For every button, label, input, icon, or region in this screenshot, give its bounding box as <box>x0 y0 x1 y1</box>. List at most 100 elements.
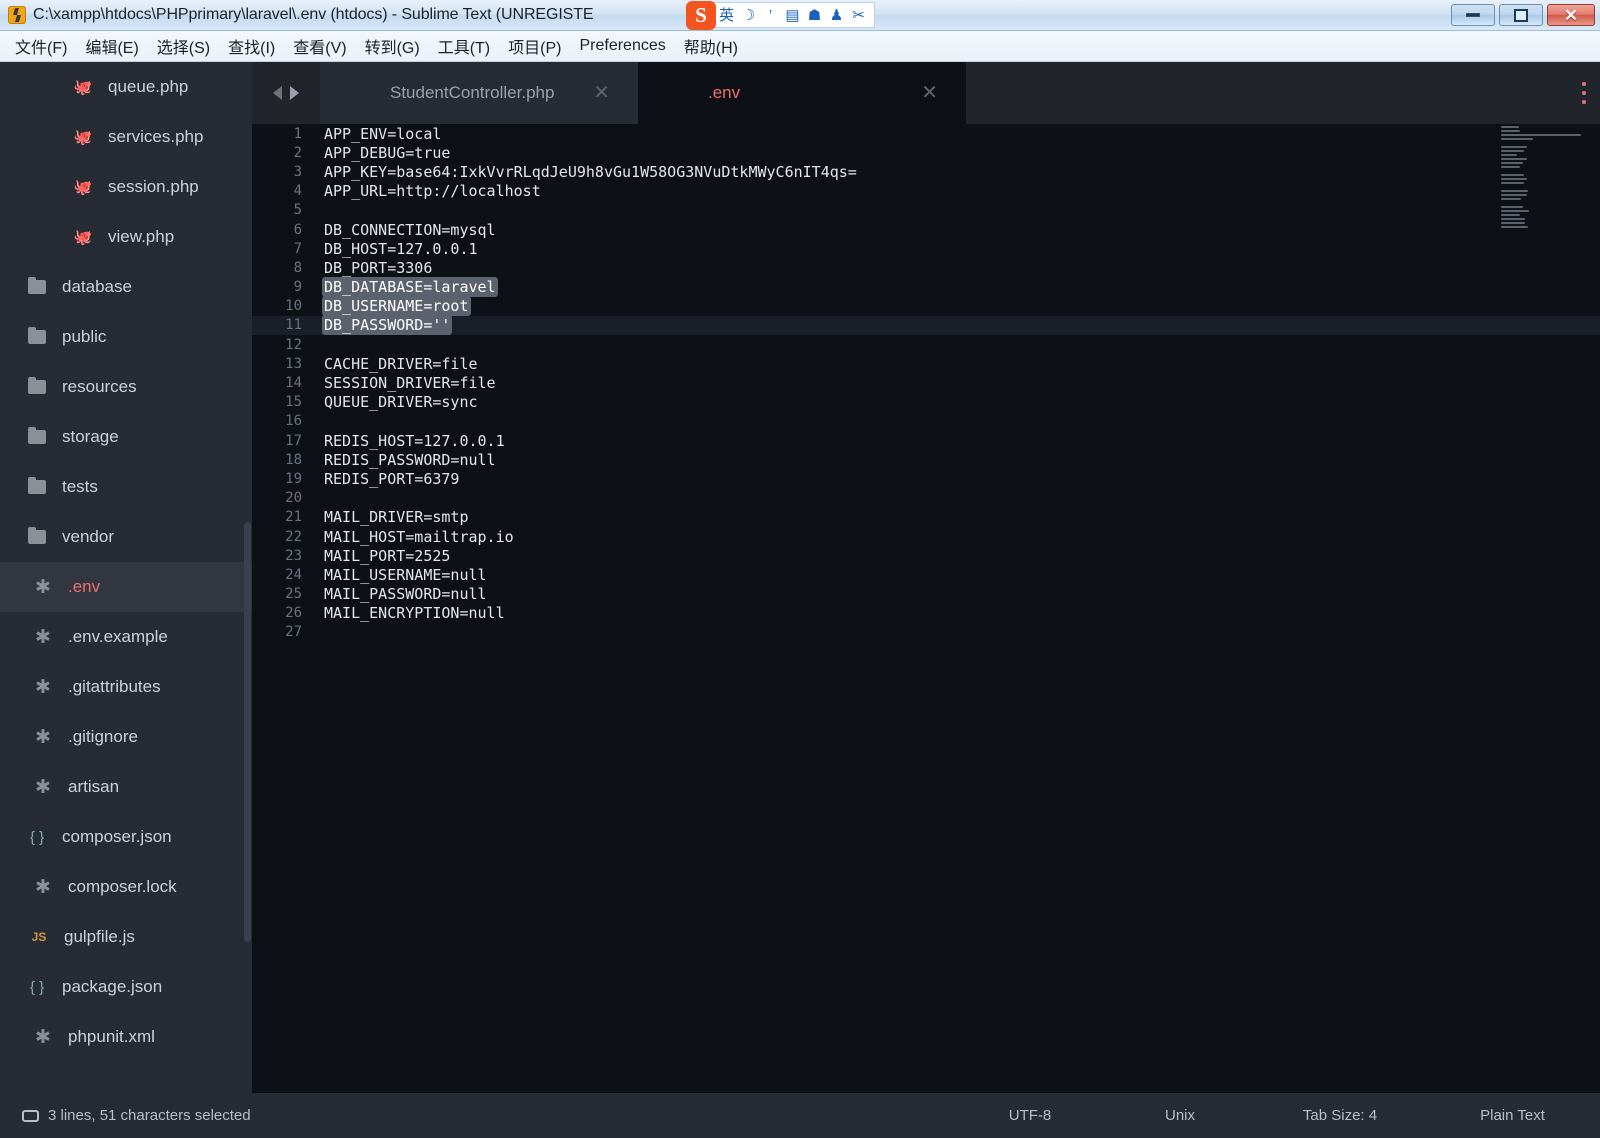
code-line[interactable]: 2APP_DEBUG=true <box>252 143 1600 162</box>
code-line-text: MAIL_HOST=mailtrap.io <box>324 528 514 546</box>
sidebar-vertical-scrollbar[interactable] <box>244 522 251 942</box>
code-line[interactable]: 5 <box>252 201 1600 220</box>
sidebar-item-package-json[interactable]: { }package.json <box>0 962 252 1012</box>
sidebar-item-gitignore[interactable]: ✱.gitignore <box>0 712 252 762</box>
minimap-line <box>1501 210 1529 212</box>
code-line[interactable]: 13CACHE_DRIVER=file <box>252 354 1600 373</box>
sidebar-item-storage[interactable]: storage <box>0 412 252 462</box>
generic-file-icon: ✱ <box>32 778 54 797</box>
tab-student-controller[interactable]: StudentController.php ✕ <box>320 62 638 124</box>
sidebar-item-gitattributes[interactable]: ✱.gitattributes <box>0 662 252 712</box>
tab-close-icon[interactable]: ✕ <box>593 83 610 103</box>
sidebar-item-composer-lock[interactable]: ✱composer.lock <box>0 862 252 912</box>
sidebar-item-gulpfile-js[interactable]: JSgulpfile.js <box>0 912 252 962</box>
status-tab-size[interactable]: Tab Size: 4 <box>1255 1107 1425 1124</box>
ime-mode-english[interactable]: 英 <box>716 4 737 26</box>
code-line[interactable]: 20 <box>252 489 1600 508</box>
code-line[interactable]: 3APP_KEY=base64:IxkVvrRLqdJeU9h8vGu1W58O… <box>252 162 1600 181</box>
code-line[interactable]: 19REDIS_PORT=6379 <box>252 469 1600 488</box>
code-line[interactable]: 4APP_URL=http://localhost <box>252 182 1600 201</box>
sidebar-item-resources[interactable]: resources <box>0 362 252 412</box>
sidebar-item-database[interactable]: database <box>0 262 252 312</box>
tab-env[interactable]: .env ✕ <box>638 62 966 124</box>
menu-file[interactable]: 文件(F) <box>6 31 76 61</box>
sidebar-item-composer-json[interactable]: { }composer.json <box>0 812 252 862</box>
minimap-line <box>1501 226 1528 228</box>
code-line[interactable]: 17REDIS_HOST=127.0.0.1 <box>252 431 1600 450</box>
tab-prev-arrow-icon[interactable] <box>273 86 282 100</box>
code-line[interactable]: 11DB_PASSWORD='' <box>252 316 1600 335</box>
code-line[interactable]: 9DB_DATABASE=laravel <box>252 278 1600 297</box>
code-editor[interactable]: 1APP_ENV=local2APP_DEBUG=true3APP_KEY=ba… <box>252 124 1600 1093</box>
code-line-text: DB_CONNECTION=mysql <box>324 221 496 239</box>
code-line[interactable]: 6DB_CONNECTION=mysql <box>252 220 1600 239</box>
code-line[interactable]: 23MAIL_PORT=2525 <box>252 546 1600 565</box>
json-file-icon: { } <box>26 980 48 995</box>
code-line[interactable]: 16 <box>252 412 1600 431</box>
sidebar-file-tree[interactable]: 🐙queue.php🐙services.php🐙session.php🐙view… <box>0 62 252 1093</box>
code-line[interactable]: 1APP_ENV=local <box>252 124 1600 143</box>
code-line[interactable]: 18REDIS_PASSWORD=null <box>252 450 1600 469</box>
code-line[interactable]: 22MAIL_HOST=mailtrap.io <box>252 527 1600 546</box>
line-number: 2 <box>252 145 302 161</box>
menu-selection[interactable]: 选择(S) <box>148 31 219 61</box>
status-syntax[interactable]: Plain Text <box>1425 1107 1600 1124</box>
code-line[interactable]: 10DB_USERNAME=root <box>252 297 1600 316</box>
restore-button[interactable] <box>1499 4 1543 26</box>
tab-overflow-menu-icon[interactable] <box>1582 82 1586 104</box>
folder-icon <box>26 330 48 344</box>
status-encoding[interactable]: UTF-8 <box>955 1107 1105 1124</box>
line-number: 8 <box>252 260 302 276</box>
ime-tools-icon[interactable]: ✂ <box>848 4 869 26</box>
code-line[interactable]: 8DB_PORT=3306 <box>252 258 1600 277</box>
sidebar-item-services-php[interactable]: 🐙services.php <box>0 112 252 162</box>
code-line[interactable]: 26MAIL_ENCRYPTION=null <box>252 604 1600 623</box>
code-line-text: DB_DATABASE=laravel <box>324 278 496 296</box>
ime-moon-icon[interactable]: ☽ <box>738 4 759 26</box>
menu-project[interactable]: 项目(P) <box>499 31 570 61</box>
code-line-text: CACHE_DRIVER=file <box>324 355 478 373</box>
menu-goto[interactable]: 转到(G) <box>356 31 429 61</box>
sidebar-item-phpunit-xml[interactable]: ✱phpunit.xml <box>0 1012 252 1062</box>
menu-help[interactable]: 帮助(H) <box>675 31 747 61</box>
minimize-button[interactable] <box>1451 4 1495 26</box>
code-line[interactable]: 21MAIL_DRIVER=smtp <box>252 508 1600 527</box>
minimap[interactable] <box>1501 126 1593 246</box>
ime-punctuation-icon[interactable]: ’ <box>760 4 781 26</box>
sidebar-item-env-example[interactable]: ✱.env.example <box>0 612 252 662</box>
tab-close-icon[interactable]: ✕ <box>921 83 938 103</box>
close-button[interactable]: ✕ <box>1547 4 1595 26</box>
code-line[interactable]: 25MAIL_PASSWORD=null <box>252 585 1600 604</box>
ime-soft-keyboard-icon[interactable]: ▤ <box>782 4 803 26</box>
sidebar-item-label: .gitattributes <box>68 677 161 697</box>
sidebar-item-session-php[interactable]: 🐙session.php <box>0 162 252 212</box>
sidebar-item-env[interactable]: ✱.env <box>0 562 252 612</box>
code-line-text: MAIL_DRIVER=smtp <box>324 508 469 526</box>
code-line[interactable]: 14SESSION_DRIVER=file <box>252 373 1600 392</box>
code-line-text: DB_HOST=127.0.0.1 <box>324 240 478 258</box>
status-line-endings[interactable]: Unix <box>1105 1107 1255 1124</box>
tab-next-arrow-icon[interactable] <box>290 86 299 100</box>
code-line[interactable]: 27 <box>252 623 1600 642</box>
sidebar-item-artisan[interactable]: ✱artisan <box>0 762 252 812</box>
sidebar-item-vendor[interactable]: vendor <box>0 512 252 562</box>
code-line[interactable]: 12 <box>252 335 1600 354</box>
sidebar-item-tests[interactable]: tests <box>0 462 252 512</box>
sidebar-item-public[interactable]: public <box>0 312 252 362</box>
menu-find[interactable]: 查找(I) <box>219 31 284 61</box>
code-line[interactable]: 7DB_HOST=127.0.0.1 <box>252 239 1600 258</box>
sidebar-item-queue-php[interactable]: 🐙queue.php <box>0 62 252 112</box>
code-line[interactable]: 24MAIL_USERNAME=null <box>252 565 1600 584</box>
sogou-ime-toolbar[interactable]: S 英 ☽ ’ ▤ ☗ ♟ ✂ <box>693 2 875 28</box>
menu-edit[interactable]: 编辑(E) <box>76 31 147 61</box>
ime-user-icon[interactable]: ☗ <box>804 4 825 26</box>
menu-preferences[interactable]: Preferences <box>570 34 674 58</box>
line-number: 18 <box>252 452 302 468</box>
sidebar-item-label: session.php <box>108 177 199 197</box>
code-line[interactable]: 15QUEUE_DRIVER=sync <box>252 393 1600 412</box>
sidebar-item-view-php[interactable]: 🐙view.php <box>0 212 252 262</box>
menu-tools[interactable]: 工具(T) <box>429 31 499 61</box>
menu-view[interactable]: 查看(V) <box>284 31 355 61</box>
ime-skin-icon[interactable]: ♟ <box>826 4 847 26</box>
sogou-logo-icon[interactable]: S <box>686 1 716 30</box>
